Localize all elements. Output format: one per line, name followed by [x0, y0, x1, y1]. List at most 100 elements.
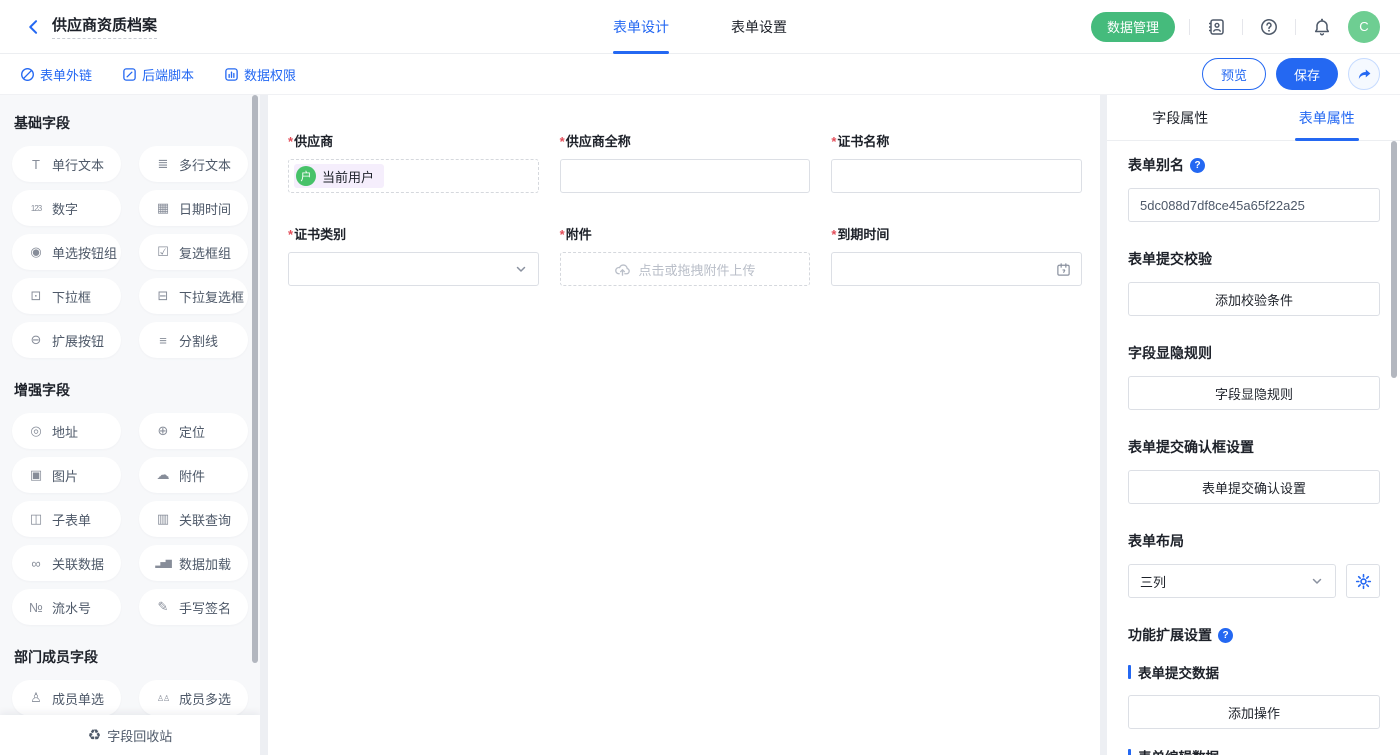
- attachment-upload-area[interactable]: 点击或拖拽附件上传: [560, 252, 811, 286]
- field-item-address[interactable]: ◎地址: [12, 413, 121, 449]
- field-visibility-rules-button[interactable]: 字段显隐规则: [1128, 376, 1380, 410]
- form-field-supplier-full-name[interactable]: 供应商全称: [560, 131, 811, 193]
- recycle-icon: ♻: [88, 726, 101, 744]
- field-item-signature[interactable]: ✎手写签名: [139, 589, 248, 625]
- notification-bell-icon[interactable]: [1310, 15, 1334, 39]
- field-item-multi-line-text[interactable]: ≣多行文本: [139, 146, 248, 182]
- form-layout-select[interactable]: 三列: [1128, 564, 1336, 598]
- member-single-icon: ♙: [26, 690, 46, 706]
- field-item-serial-number[interactable]: №流水号: [12, 589, 121, 625]
- preview-button[interactable]: 预览: [1202, 58, 1266, 90]
- field-item-radio-group[interactable]: ◉单选按钮组: [12, 234, 121, 270]
- tab-form-design[interactable]: 表单设计: [613, 0, 669, 54]
- field-item-extend-button[interactable]: ⊖扩展按钮: [12, 322, 121, 358]
- certificate-type-select[interactable]: [288, 252, 539, 286]
- field-item-datetime[interactable]: ▦日期时间: [139, 190, 248, 226]
- field-visibility-rules-label: 字段显隐规则: [1128, 343, 1380, 363]
- field-item-location[interactable]: ⊕定位: [139, 413, 248, 449]
- section-title-enhanced-fields: 增强字段: [14, 380, 248, 400]
- current-user-tag[interactable]: 户 当前用户: [294, 164, 384, 188]
- divider-icon: ≡: [153, 333, 173, 348]
- field-item-data-load[interactable]: ▂▅▇数据加载: [139, 545, 248, 581]
- field-item-single-line-text[interactable]: T单行文本: [12, 146, 121, 182]
- form-title[interactable]: 供应商资质档案: [52, 14, 157, 39]
- properties-tabs: 字段属性 表单属性: [1107, 95, 1400, 141]
- submit-confirm-settings-label: 表单提交确认框设置: [1128, 437, 1380, 457]
- accent-bar: [1128, 665, 1131, 679]
- gear-icon: [1355, 573, 1372, 590]
- accent-bar: [1128, 749, 1131, 755]
- add-validation-condition-button[interactable]: 添加校验条件: [1128, 282, 1380, 316]
- form-field-certificate-name[interactable]: 证书名称: [831, 131, 1082, 193]
- sidebar-scrollbar[interactable]: [252, 95, 258, 663]
- help-icon[interactable]: [1257, 15, 1281, 39]
- field-recycle-bin[interactable]: ♻ 字段回收站: [0, 715, 260, 755]
- panel-scrollbar[interactable]: [1391, 141, 1397, 378]
- location-icon: ⊕: [153, 423, 173, 439]
- field-item-number[interactable]: 123数字: [12, 190, 121, 226]
- signature-icon: ✎: [153, 599, 173, 615]
- help-icon[interactable]: [1190, 158, 1205, 173]
- field-item-select[interactable]: ⊡下拉框: [12, 278, 121, 314]
- cloud-upload-icon: [614, 261, 631, 278]
- form-field-attachment[interactable]: 附件 点击或拖拽附件上传: [560, 224, 811, 286]
- tab-form-properties[interactable]: 表单属性: [1254, 95, 1400, 140]
- supplier-full-name-input[interactable]: [560, 159, 811, 193]
- add-submit-action-button[interactable]: 添加操作: [1128, 695, 1380, 729]
- form-field-expiry-time[interactable]: 到期时间: [831, 224, 1082, 286]
- subform-icon: ◫: [26, 511, 46, 527]
- data-permission-icon: [224, 67, 239, 82]
- field-library-sidebar: 基础字段 T单行文本 ≣多行文本 123数字 ▦日期时间 ◉单选按钮组 ☑复选框…: [0, 95, 260, 755]
- backend-script-icon: [122, 67, 137, 82]
- member-multi-icon: ♙♙: [153, 694, 173, 703]
- multi-line-text-icon: ≣: [153, 156, 173, 172]
- field-item-member-single[interactable]: ♙成员单选: [12, 680, 121, 716]
- chevron-down-icon: [514, 262, 528, 276]
- form-external-link[interactable]: 表单外链: [20, 65, 92, 84]
- user-avatar[interactable]: C: [1348, 11, 1380, 43]
- divider: [1189, 19, 1190, 35]
- form-alias-input[interactable]: 5dc088d7df8ce45a65f22a25: [1128, 188, 1380, 222]
- radio-group-icon: ◉: [26, 244, 46, 260]
- share-button[interactable]: [1348, 58, 1380, 90]
- user-tag-icon: 户: [296, 166, 316, 186]
- tab-field-properties[interactable]: 字段属性: [1107, 95, 1254, 140]
- back-button[interactable]: [20, 13, 48, 41]
- form-edit-data-label: 表单编辑数据: [1128, 746, 1380, 755]
- form-field-supplier[interactable]: 供应商 户 当前用户: [288, 131, 539, 193]
- field-item-lookup-query[interactable]: ▥关联查询: [139, 501, 248, 537]
- field-item-multi-select[interactable]: ⊟下拉复选框: [139, 278, 248, 314]
- data-permission-link[interactable]: 数据权限: [224, 65, 296, 84]
- save-button[interactable]: 保存: [1276, 58, 1338, 90]
- linked-data-icon: ∞: [26, 556, 46, 571]
- share-icon: [1356, 66, 1372, 82]
- backend-script-link[interactable]: 后端脚本: [122, 65, 194, 84]
- form-design-canvas[interactable]: 供应商 户 当前用户 供应商全称 证书名称 证书类别: [268, 95, 1100, 755]
- extend-button-icon: ⊖: [26, 332, 46, 348]
- data-manage-button[interactable]: 数据管理: [1091, 12, 1175, 42]
- field-item-member-multi[interactable]: ♙♙成员多选: [139, 680, 248, 716]
- field-item-subform[interactable]: ◫子表单: [12, 501, 121, 537]
- field-item-checkbox-group[interactable]: ☑复选框组: [139, 234, 248, 270]
- contact-book-icon[interactable]: [1204, 15, 1228, 39]
- calendar-icon: [1056, 262, 1071, 277]
- form-field-certificate-type[interactable]: 证书类别: [288, 224, 539, 286]
- help-icon[interactable]: [1218, 628, 1233, 643]
- field-item-image[interactable]: ▣图片: [12, 457, 121, 493]
- form-toolbar: 表单外链 后端脚本 数据权限 预览 保存: [0, 54, 1400, 95]
- supplier-user-picker[interactable]: 户 当前用户: [288, 159, 539, 193]
- header-tabs: 表单设计 表单设置: [613, 0, 787, 54]
- submit-confirm-settings-button[interactable]: 表单提交确认设置: [1128, 470, 1380, 504]
- field-item-divider[interactable]: ≡分割线: [139, 322, 248, 358]
- form-submit-data-label: 表单提交数据: [1128, 662, 1380, 682]
- expiry-date-input[interactable]: [831, 252, 1082, 286]
- field-item-linked-data[interactable]: ∞关联数据: [12, 545, 121, 581]
- properties-panel: 字段属性 表单属性 表单别名 5dc088d7df8ce45a65f22a25 …: [1107, 95, 1400, 755]
- section-title-basic-fields: 基础字段: [14, 113, 248, 133]
- extension-settings-label: 功能扩展设置: [1128, 625, 1380, 645]
- layout-settings-button[interactable]: [1346, 564, 1380, 598]
- certificate-name-input[interactable]: [831, 159, 1082, 193]
- form-link-icon: [20, 67, 35, 82]
- tab-form-settings[interactable]: 表单设置: [731, 0, 787, 54]
- field-item-attachment[interactable]: ☁附件: [139, 457, 248, 493]
